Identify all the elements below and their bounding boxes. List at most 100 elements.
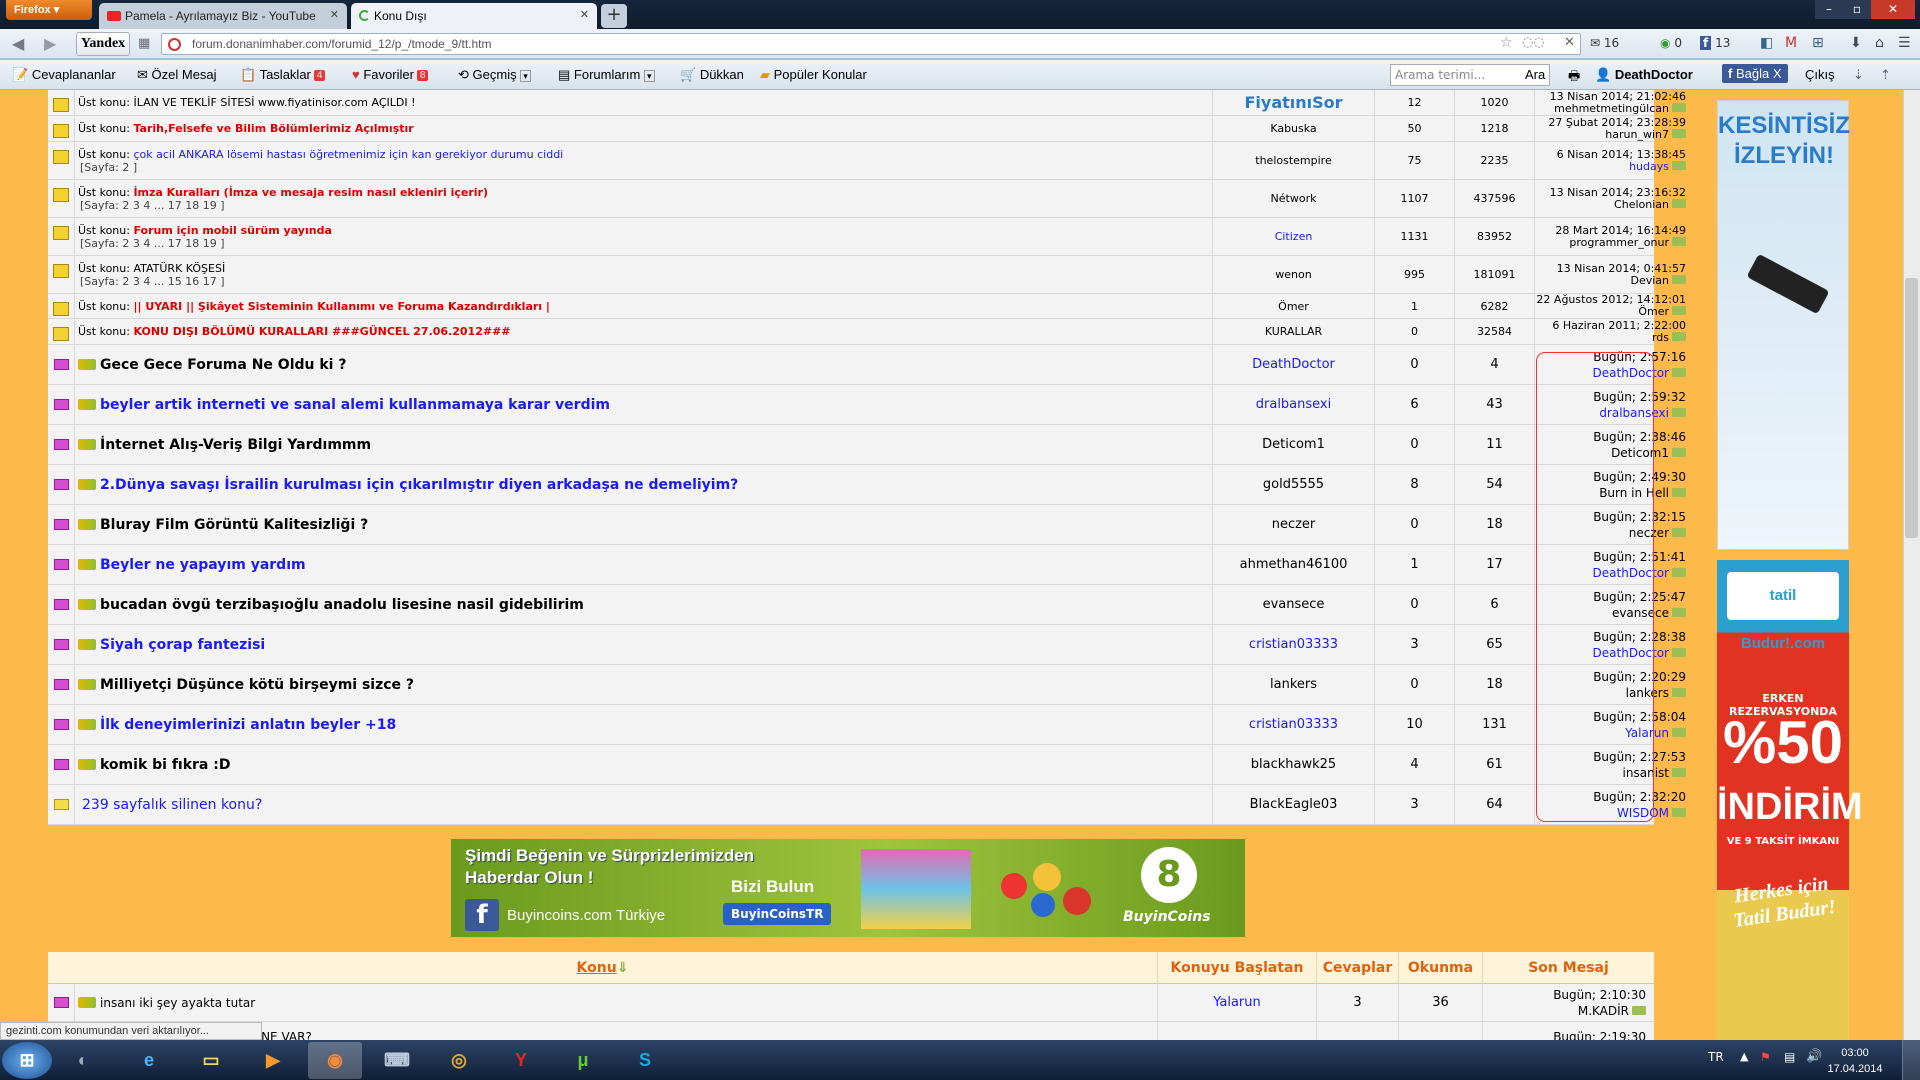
clear-url-icon[interactable]: ✕: [1564, 35, 1575, 50]
topic-starter[interactable]: DeathDoctor: [1212, 345, 1374, 384]
banner-ad[interactable]: Şimdi Beğenin ve Sürprizlerimizden Haber…: [451, 839, 1245, 937]
topic-starter[interactable]: ahmethan46100: [1212, 545, 1374, 584]
page-links[interactable]: [Sayfa: 2 3 4 ... 17 18 19 ]: [80, 199, 1212, 212]
topic-title-link[interactable]: Bluray Film Görüntü Kalitesizliği ?: [100, 517, 368, 533]
mail-counter[interactable]: ✉ 16: [1590, 36, 1619, 50]
yandex-button[interactable]: Yandex: [76, 32, 130, 56]
topic-title-link[interactable]: ATATÜRK KÖŞESİ: [133, 262, 225, 275]
new-posts-icon[interactable]: [78, 997, 96, 1008]
side-ad-2[interactable]: tatil Budur!.com ERKEN REZERVASYONDA %50…: [1717, 560, 1863, 1045]
close-icon[interactable]: ✕: [330, 8, 339, 21]
last-post-user[interactable]: DeathDoctor: [1535, 565, 1686, 581]
last-post-user[interactable]: Chelonian: [1535, 198, 1686, 211]
topic-row[interactable]: 239 sayfalık silinen konu? BlackEagle03 …: [48, 785, 1686, 825]
col-starter-header[interactable]: Konuyu Başlatan: [1157, 952, 1316, 984]
topic-title-link[interactable]: Tarih,Felsefe ve Bilim Bölümlerimiz Açıl…: [133, 122, 413, 135]
last-post-user[interactable]: hudays: [1535, 160, 1686, 173]
page-links[interactable]: [Sayfa: 2 3 4 ... 17 18 19 ]: [80, 237, 1212, 250]
topic-title-link[interactable]: Beyler ne yapayım yardım: [100, 557, 306, 573]
new-posts-icon[interactable]: [78, 439, 96, 450]
topic-title-link[interactable]: İmza Kuralları (İmza ve mesaja resim nas…: [133, 186, 488, 199]
minimize-button[interactable]: –: [1815, 0, 1843, 19]
tab-konu-disi[interactable]: Konu Dışı ✕: [351, 3, 597, 29]
go-to-last-icon[interactable]: [1672, 767, 1686, 777]
topic-row[interactable]: Bluray Film Görüntü Kalitesizliği ? necz…: [48, 505, 1686, 545]
last-post-user[interactable]: M.KADİR: [1483, 1003, 1646, 1019]
bm-popular[interactable]: ▰ Popüler Konular: [760, 67, 867, 83]
topic-starter[interactable]: KURALLAR: [1212, 319, 1374, 344]
topic-row[interactable]: Gece Gece Foruma Ne Oldu ki ? DeathDocto…: [48, 345, 1686, 385]
utorrent-icon[interactable]: μ: [556, 1042, 610, 1079]
start-button[interactable]: ⊞: [2, 1042, 52, 1079]
topic-row[interactable]: komik bi fıkra :D blackhawk25 4 61 Bugün…: [48, 745, 1686, 785]
sticky-topic-row[interactable]: Üst konu: || UYARI || Şikâyet Sisteminin…: [48, 294, 1686, 319]
topic-starter[interactable]: gold5555: [1212, 465, 1374, 504]
go-to-last-icon[interactable]: [1672, 647, 1686, 657]
last-post-user[interactable]: Deticom1: [1535, 445, 1686, 461]
last-post-user[interactable]: evansece: [1535, 605, 1686, 621]
go-to-last-icon[interactable]: [1672, 567, 1686, 577]
go-to-last-icon[interactable]: [1672, 447, 1686, 457]
topic-row[interactable]: Beyler ne yapayım yardım ahmethan46100 1…: [48, 545, 1686, 585]
gmail-icon[interactable]: M: [1785, 35, 1797, 51]
topic-row[interactable]: beyler artik interneti ve sanal alemi ku…: [48, 385, 1686, 425]
bm-favorites[interactable]: ♥ Favoriler 8: [352, 67, 429, 82]
bm-shop[interactable]: 🛒 Dükkan: [680, 67, 744, 83]
topic-row[interactable]: 2.Dünya savaşı İsrailin kurulması için ç…: [48, 465, 1686, 505]
forward-icon[interactable]: ▶: [44, 34, 56, 53]
topic-starter[interactable]: Ömer: [1212, 294, 1374, 318]
topic-starter[interactable]: Deticom1: [1212, 425, 1374, 464]
topic-title-link[interactable]: Siyah çorap fantezisi: [100, 637, 265, 653]
tabs-list-icon[interactable]: ▦: [138, 36, 150, 51]
new-posts-icon[interactable]: [78, 399, 96, 410]
topic-starter[interactable]: dralbansexi: [1212, 385, 1374, 424]
topic-row[interactable]: insanı iki şey ayakta tutar Yalarun 3 36…: [48, 984, 1654, 1022]
new-tab-button[interactable]: +: [601, 4, 627, 28]
last-post-user[interactable]: insanist: [1535, 765, 1686, 781]
media-player-icon[interactable]: ▶: [246, 1042, 300, 1079]
page-links[interactable]: [Sayfa: 2 ]: [80, 161, 1212, 174]
go-to-last-icon[interactable]: [1632, 1005, 1646, 1015]
user-profile[interactable]: 👤 DeathDoctor: [1595, 67, 1693, 83]
last-post-user[interactable]: harun_win7: [1535, 128, 1686, 141]
bm-drafts[interactable]: 📋 Taslaklar 4: [240, 67, 326, 83]
menu-icon[interactable]: ☰: [1898, 35, 1911, 51]
new-posts-icon[interactable]: [78, 759, 96, 770]
vertical-scrollbar[interactable]: [1903, 90, 1920, 1045]
up-icon[interactable]: ⇡: [1880, 67, 1891, 83]
pin-icon[interactable]: ⇣: [1853, 67, 1864, 83]
download-icon[interactable]: ⬇: [1850, 35, 1862, 51]
last-post-user[interactable]: Burn in Hell: [1535, 485, 1686, 501]
settings-icon[interactable]: 🖶: [1568, 67, 1580, 89]
topic-row[interactable]: bucadan övgü terzibaşıoğlu anadolu lises…: [48, 585, 1686, 625]
taskbar-app-icon[interactable]: ◐: [56, 1042, 110, 1079]
sticky-topic-row[interactable]: Üst konu: çok acil ANKARA lösemi hastası…: [48, 142, 1686, 180]
topic-starter[interactable]: neczer: [1212, 505, 1374, 544]
forum-search-button[interactable]: Ara: [1525, 67, 1545, 82]
sticky-topic-row[interactable]: Üst konu: İLAN VE TEKLİF SİTESİ www.fiya…: [48, 90, 1686, 116]
window-close-button[interactable]: ✕: [1871, 0, 1915, 19]
side-ad-1[interactable]: KESİNTİSİZ İZLEYİN!: [1717, 100, 1850, 550]
topic-title-link[interactable]: İlk deneyimlerinizi anlatın beyler +18: [100, 717, 396, 733]
firefox-icon[interactable]: ◉: [308, 1042, 362, 1079]
last-post-user[interactable]: dralbansexi: [1535, 405, 1686, 421]
topic-starter[interactable]: thelostempire: [1212, 142, 1374, 179]
bm-private-message[interactable]: ✉ Özel Mesaj: [137, 67, 217, 83]
scrollbar-thumb[interactable]: [1905, 278, 1918, 538]
topic-starter[interactable]: FiyatınıSor: [1212, 90, 1374, 115]
sticky-topic-row[interactable]: Üst konu: ATATÜRK KÖŞESİ [Sayfa: 2 3 4 .…: [48, 256, 1686, 294]
go-to-last-icon[interactable]: [1672, 607, 1686, 617]
last-post-user[interactable]: DeathDoctor: [1535, 365, 1686, 381]
sticky-topic-row[interactable]: Üst konu: Tarih,Felsefe ve Bilim Bölümle…: [48, 116, 1686, 142]
skype-icon[interactable]: S: [618, 1042, 672, 1079]
col-replies-header[interactable]: Cevaplar: [1316, 952, 1398, 984]
topic-row[interactable]: İnternet Alış-Veriş Bilgi Yardımmm Detic…: [48, 425, 1686, 465]
go-to-last-icon[interactable]: [1672, 128, 1686, 138]
addon-icon[interactable]: ◧: [1760, 35, 1773, 51]
reader-icon[interactable]: ◌◌: [1522, 35, 1545, 50]
maximize-button[interactable]: ▫: [1843, 0, 1871, 19]
last-post-user[interactable]: programmer_onur: [1535, 236, 1686, 249]
go-to-last-icon[interactable]: [1672, 807, 1686, 817]
go-to-last-icon[interactable]: [1672, 331, 1686, 341]
go-to-last-icon[interactable]: [1672, 367, 1686, 377]
